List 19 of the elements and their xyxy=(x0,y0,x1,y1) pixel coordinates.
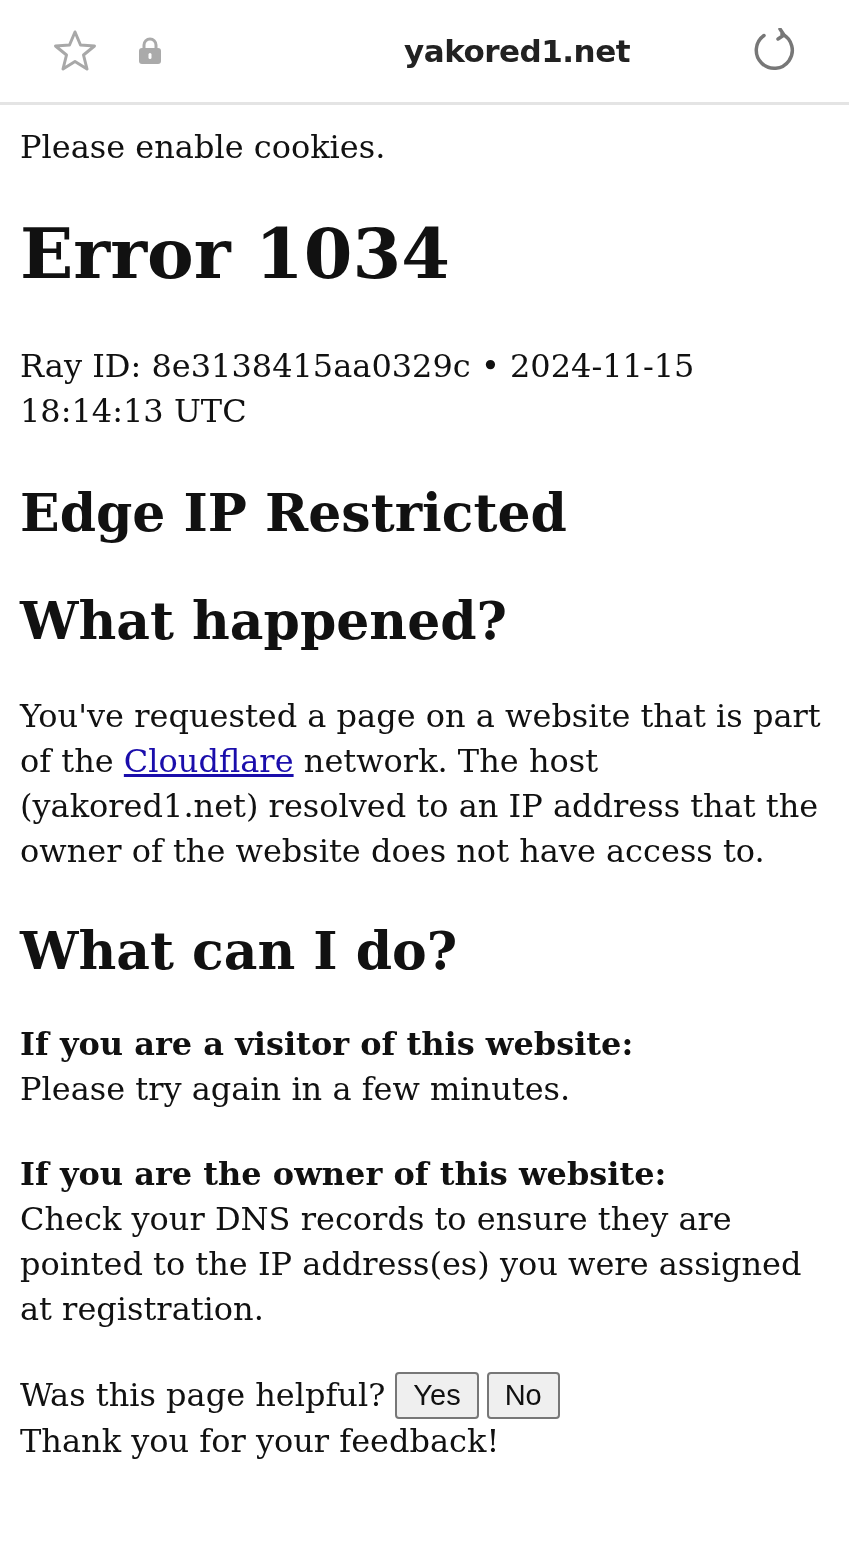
item-heading: If you are a visitor of this website: xyxy=(20,1024,635,1065)
star-icon[interactable] xyxy=(52,29,98,73)
url-text[interactable]: yakored1.net xyxy=(404,33,751,69)
item-text: Please try again in a few minutes. xyxy=(20,1069,572,1110)
notice-text: Please enable cookies. xyxy=(20,127,387,168)
section-heading: What happened? xyxy=(20,590,509,652)
feedback-thanks: Thank you for your feedback! xyxy=(20,1421,501,1462)
paragraph-text: You've requested a page on a website that is part of the Cloudflare network. The host (yakored1.net) resolved to an IP address that the owner of the website does not have access to. xyxy=(20,696,822,872)
lock-icon xyxy=(138,37,162,65)
feedback-question: Was this page helpful? xyxy=(20,1375,386,1416)
cloudflare-link[interactable]: Cloudflare xyxy=(123,742,294,780)
feedback-button[interactable]: No xyxy=(486,1372,560,1419)
feedback-button[interactable]: Yes xyxy=(395,1372,479,1419)
item-text: Check your DNS records to ensure they are pointed to the IP address(es) you were assigned at registration. xyxy=(20,1199,803,1330)
ray-id-text: Ray ID: 8e3138415aa0329c • 2024-11-15 18:14:13 UTC xyxy=(20,346,696,432)
item-heading: If you are the owner of this website: xyxy=(20,1154,668,1195)
error-subtitle: Edge IP Restricted xyxy=(20,482,568,544)
error-title: Error 1034 xyxy=(20,214,451,294)
section-heading: What can I do? xyxy=(20,920,459,982)
